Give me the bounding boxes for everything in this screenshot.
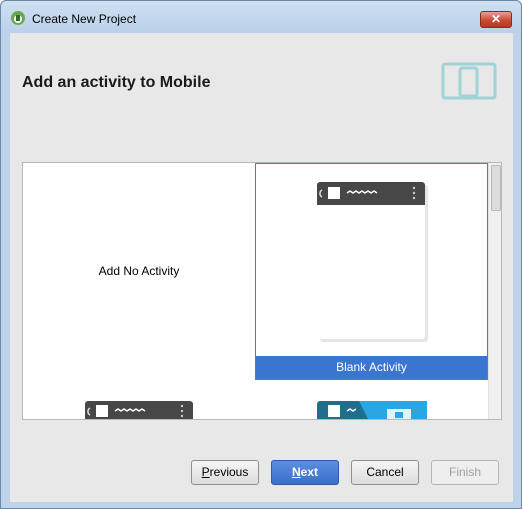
next-label: ext [300,465,318,479]
cancel-button[interactable]: Cancel [351,460,419,485]
activity-tile-label: Add No Activity [98,264,180,278]
phone-preview [317,401,427,419]
next-mnemonic: N [291,465,301,479]
previous-mnemonic: P [201,465,210,479]
mobile-device-icon [441,62,497,100]
app-bar [317,182,425,205]
scrollbar-thumb[interactable] [491,165,501,211]
activity-tile-none[interactable]: Add No Activity [23,163,255,380]
previous-label: revious [209,465,249,479]
finish-button[interactable]: Finish [431,460,499,485]
next-button[interactable]: Next [271,460,339,485]
activity-gallery: Add No Activity Blank Activity [22,162,502,420]
activity-tile-caption: Blank Activity [256,356,487,379]
android-studio-icon [11,11,25,25]
phone-preview [85,401,193,419]
phone-body [317,182,425,339]
app-bar-content [319,186,416,200]
dialog-content: Add an activity to Mobile Add No Activit… [10,33,513,502]
title-bar[interactable]: Create New Project ✕ [1,1,521,33]
activity-tile[interactable] [315,399,435,419]
dialog-window: Create New Project ✕ Add an activity to … [0,0,522,509]
activity-tile-blank[interactable]: Blank Activity [255,163,488,380]
close-button[interactable]: ✕ [480,11,512,28]
previous-button[interactable]: Previous [191,460,259,485]
activity-tile[interactable] [83,399,203,419]
wizard-header: Add an activity to Mobile [10,33,513,125]
gallery-scrollbar[interactable] [488,163,501,419]
window-title: Create New Project [32,12,137,26]
page-title: Add an activity to Mobile [22,74,211,91]
